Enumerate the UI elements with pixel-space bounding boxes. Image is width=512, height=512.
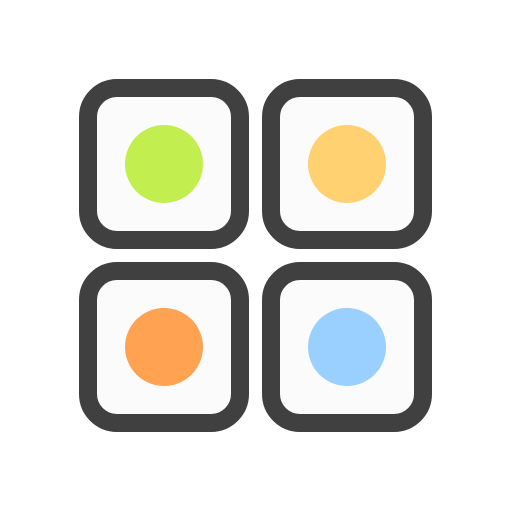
blue-dot-icon xyxy=(308,308,386,386)
tile-top-left xyxy=(79,79,249,249)
tile-bottom-left xyxy=(79,262,249,432)
orange-dot-icon xyxy=(125,308,203,386)
yellow-dot-icon xyxy=(308,125,386,203)
tile-bottom-right xyxy=(262,262,432,432)
green-dot-icon xyxy=(125,125,203,203)
four-color-grid-icon xyxy=(0,0,512,512)
tile-top-right xyxy=(262,79,432,249)
